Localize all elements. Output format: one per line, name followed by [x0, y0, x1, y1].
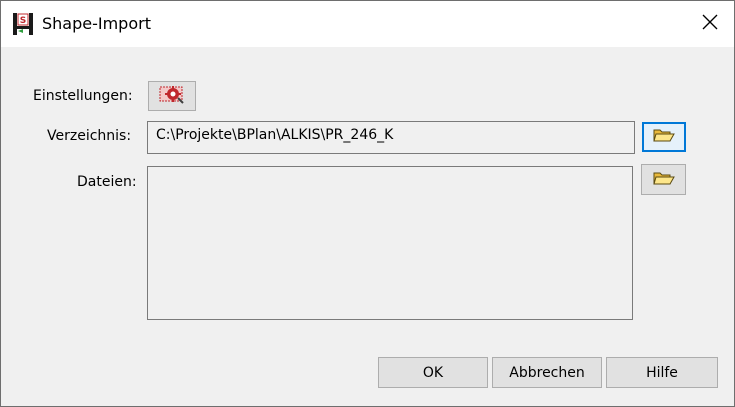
window-title: Shape-Import — [42, 14, 151, 33]
svg-text:S: S — [20, 16, 26, 26]
help-button[interactable]: Hilfe — [606, 357, 718, 388]
settings-gear-icon — [159, 84, 185, 108]
shape-import-dialog: S Shape-Import Einstellungen: Verzeichni… — [0, 0, 735, 407]
title-bar: S Shape-Import — [1, 1, 734, 47]
settings-button[interactable] — [148, 81, 196, 111]
files-label: Dateien: — [77, 174, 137, 190]
hs-app-icon: S — [13, 13, 33, 35]
directory-value: C:\Projekte\BPlan\ALKIS\PR_246_K — [156, 127, 394, 143]
directory-label: Verzeichnis: — [47, 128, 132, 144]
folder-open-icon — [652, 170, 675, 190]
close-button[interactable] — [687, 1, 733, 47]
directory-browse-button[interactable] — [642, 122, 686, 152]
directory-field[interactable]: C:\Projekte\BPlan\ALKIS\PR_246_K — [147, 121, 635, 154]
cancel-button[interactable]: Abbrechen — [492, 357, 602, 388]
close-icon — [702, 14, 718, 34]
files-browse-button[interactable] — [641, 164, 686, 195]
folder-open-icon — [653, 127, 675, 147]
ok-button[interactable]: OK — [378, 357, 488, 388]
settings-label: Einstellungen: — [33, 88, 133, 104]
files-list[interactable] — [147, 166, 633, 320]
